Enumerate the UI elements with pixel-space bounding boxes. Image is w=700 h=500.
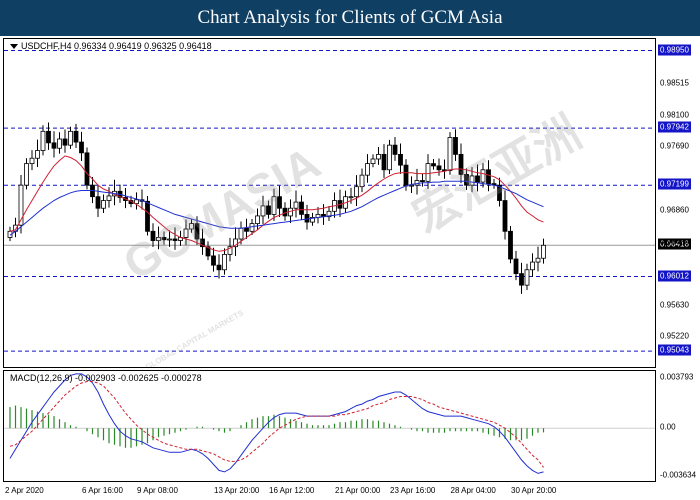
y-tick-label: 0.98100: [660, 110, 689, 120]
candle-body: [95, 196, 101, 209]
dropdown-triangle-icon[interactable]: [10, 44, 18, 50]
candle-body: [541, 244, 546, 259]
price-chart-svg: [4, 50, 655, 352]
candle-body: [46, 130, 51, 144]
x-tick-label: 21 Apr 00:00: [335, 486, 381, 495]
candle-body: [370, 158, 376, 165]
x-tick-label: 28 Apr 04:00: [450, 486, 496, 495]
candle-body: [387, 144, 392, 171]
candle-body: [508, 230, 513, 260]
y-tick-label: 0.98515: [660, 78, 689, 88]
candle-body: [299, 201, 304, 215]
candle-body: [222, 253, 227, 271]
candle-body: [365, 163, 370, 176]
y-tick-label: 0.95220: [660, 331, 689, 341]
candle-body: [530, 261, 535, 271]
candle-body: [381, 153, 387, 171]
x-tick-label: 23 Apr 16:00: [390, 486, 436, 495]
candle-body: [73, 130, 79, 143]
candle-body: [431, 163, 436, 167]
macd-svg: [4, 373, 655, 474]
candle-body: [29, 157, 35, 165]
macd-header: MACD(12,26,9) -0.002903 -0.002625 -0.000…: [10, 373, 202, 383]
level-label: 0.95043: [658, 344, 691, 356]
symbol-header-text: USDCHF,H4 0.96334 0.96419 0.96325 0.9641…: [21, 41, 212, 51]
y-tick-label: 0.97690: [660, 141, 689, 151]
candle-body: [68, 130, 73, 146]
candle-body: [392, 144, 398, 155]
x-tick-label: 16 Apr 12:00: [269, 486, 315, 495]
x-tick-label: 13 Apr 20:00: [214, 486, 260, 495]
candle-body: [84, 152, 90, 186]
x-tick-label: 30 Apr 20:00: [511, 486, 557, 495]
candle-body: [62, 138, 68, 146]
x-tick-label: 6 Apr 16:00: [82, 486, 123, 495]
candle-body: [293, 201, 299, 209]
candle-body: [211, 255, 216, 266]
x-tick-label: 2 Apr 2020: [5, 486, 44, 495]
candle-body: [359, 174, 365, 188]
candle-body: [502, 200, 508, 232]
candle-body: [57, 138, 62, 149]
y-tick-label: 0.96860: [660, 205, 689, 215]
x-tick-label: 9 Apr 08:00: [137, 486, 178, 495]
candle-body: [398, 153, 403, 166]
macd-line: [9, 373, 544, 474]
candle-body: [304, 213, 310, 223]
price-chart-panel[interactable]: GCMASIA 宏汇亚洲 GLOBAL CAPITAL MARKETS USDC…: [3, 38, 656, 368]
level-label: 0.97942: [658, 121, 691, 133]
macd-y-tick-label: -0.003634: [660, 470, 697, 480]
macd-signal-line: [9, 381, 544, 468]
candle-body: [216, 264, 222, 271]
candle-body: [519, 273, 524, 286]
level-label: 0.96012: [658, 270, 691, 282]
candle-body: [524, 269, 530, 286]
candle-body: [51, 142, 57, 149]
candle-body: [348, 196, 354, 199]
candle-body: [513, 258, 519, 275]
candle-body: [35, 150, 40, 159]
level-label: 0.97199: [658, 178, 691, 190]
candle-body: [24, 163, 29, 186]
candle-body: [376, 153, 381, 160]
macd-y-tick-label: 0.00: [660, 422, 676, 432]
candle-body: [354, 186, 359, 198]
y-tick-label: 0.95630: [660, 300, 689, 310]
symbol-header: USDCHF,H4 0.96334 0.96419 0.96325 0.9641…: [10, 41, 212, 51]
candle-body: [101, 200, 106, 209]
macd-panel[interactable]: MACD(12,26,9) -0.002903 -0.002625 -0.000…: [3, 370, 656, 482]
level-label: 0.98950: [658, 44, 691, 56]
chart-banner-title: Chart Analysis for Clients of GCM Asia: [0, 0, 700, 36]
candle-body: [79, 141, 84, 154]
candle-body: [40, 130, 46, 151]
candle-body: [106, 195, 112, 201]
y-tick-label: 0.96450: [660, 237, 689, 247]
macd-y-tick-label: 0.003793: [660, 372, 694, 382]
candle-body: [453, 137, 458, 155]
candle-body: [535, 257, 541, 263]
